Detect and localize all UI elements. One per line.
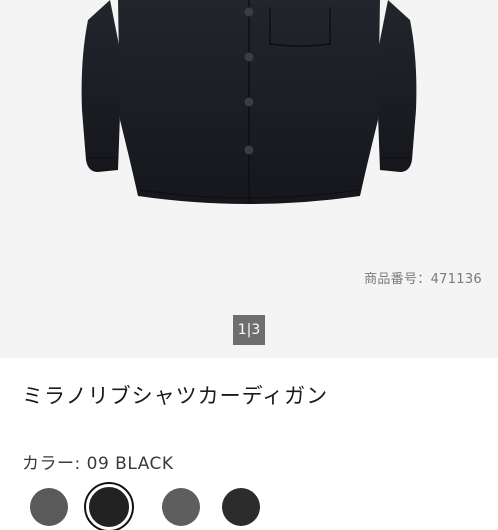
button-icon (244, 97, 254, 107)
color-swatch-list (22, 484, 498, 530)
color-swatch-gray[interactable] (30, 488, 68, 526)
button-icon (244, 145, 254, 155)
color-label: カラー: 09 BLACK (22, 454, 174, 474)
product-image-gallery[interactable]: 商品番号：471136 1|3 (0, 0, 498, 358)
image-page-indicator: 1|3 (233, 315, 265, 345)
color-swatch-black-selected[interactable] (86, 484, 132, 530)
right-sleeve (376, 0, 417, 172)
button-icon (244, 7, 254, 17)
product-title: ミラノリブシャツカーディガン (22, 384, 329, 408)
product-code: 商品番号：471136 (364, 272, 482, 287)
color-swatch-charcoal[interactable] (222, 488, 260, 526)
left-sleeve (81, 0, 122, 172)
color-swatch-dark-gray[interactable] (162, 488, 200, 526)
button-icon (244, 52, 254, 62)
product-photo[interactable] (0, 0, 498, 260)
